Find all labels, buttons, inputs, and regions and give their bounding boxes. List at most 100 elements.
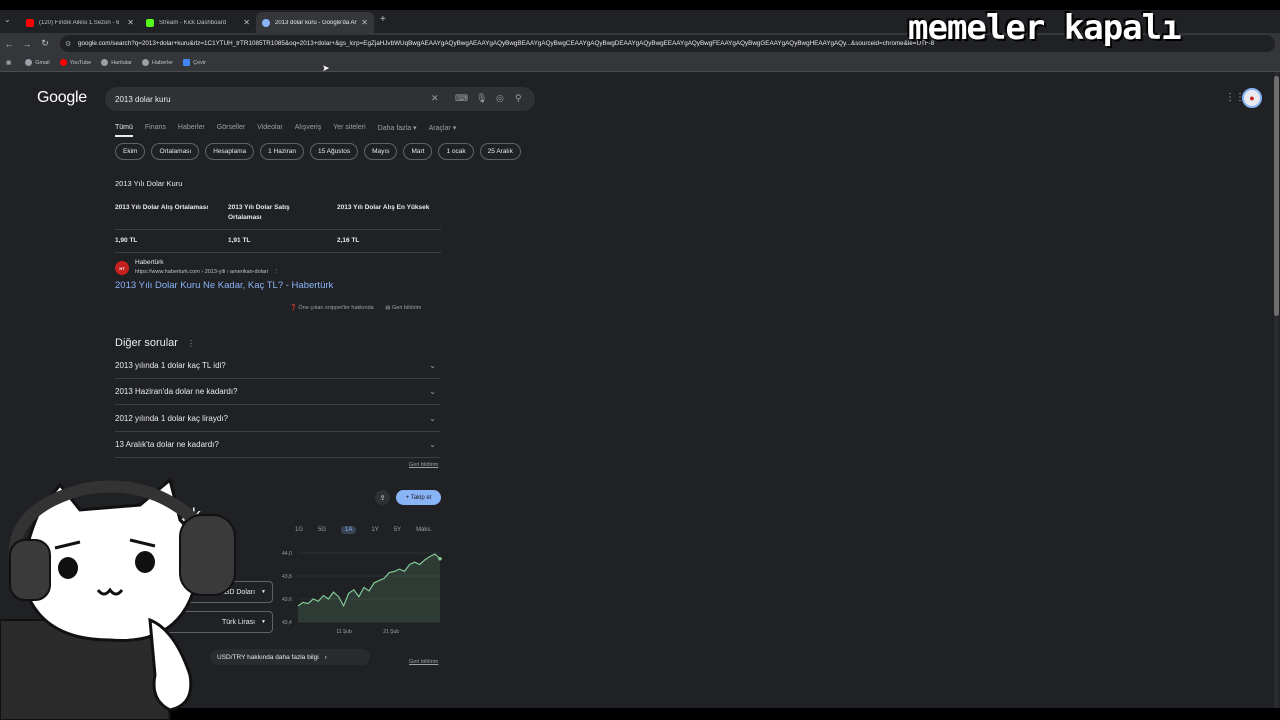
exchange-rate-chart: 43,4 43,6 43,8 44,0 11 Şub 21 Şub: [282, 551, 442, 635]
stream-overlay-text: memeler kapalı: [908, 8, 1182, 48]
range-1d[interactable]: 1G: [295, 527, 303, 534]
forward-icon[interactable]: →: [18, 39, 36, 49]
y-tick-label: 44,0: [282, 551, 292, 557]
table-cell: 2,16 TL: [337, 237, 360, 244]
bookmark-gmail[interactable]: Gmail: [25, 59, 50, 66]
source-name[interactable]: Habertürk: [135, 259, 164, 266]
search-icon[interactable]: ⚲: [515, 93, 522, 104]
tab-images[interactable]: Görseller: [217, 124, 245, 137]
dropdown-arrow-icon: ▼: [261, 619, 266, 625]
browser-tab-3-active[interactable]: 2013 dolar kuru - Google'da Ar ✕: [256, 12, 374, 33]
chip[interactable]: Mart: [403, 143, 433, 160]
help-icon: ❓: [290, 305, 297, 311]
range-5y[interactable]: 5Y: [394, 527, 401, 534]
apps-icon[interactable]: ▦: [6, 60, 11, 66]
about-snippets-link[interactable]: Öne çıkan snippet'ler hakkında: [298, 305, 373, 311]
tab-tools[interactable]: Araçlar ▾: [429, 124, 457, 137]
avatar[interactable]: ●: [1242, 88, 1262, 108]
chip[interactable]: 1 Haziran: [260, 143, 304, 160]
range-5d[interactable]: 5G: [318, 527, 326, 534]
browser-tab-2[interactable]: Stream - Kick Dashboard ✕: [140, 12, 256, 33]
headphone-right-shape: [179, 514, 236, 596]
feedback-link[interactable]: Geri bildirim: [392, 305, 421, 311]
bookmarks-bar: ▦ Gmail YouTube Haritalar Haberler Çevir: [0, 54, 1280, 72]
chip[interactable]: Ortalaması: [151, 143, 200, 160]
table-divider: [115, 229, 441, 230]
search-box[interactable]: 2013 dolar kuru ✕ ⌨ 🎙 ◎ ⚲: [105, 87, 535, 111]
y-tick-label: 43,8: [282, 574, 292, 580]
x-tick-label: 21 Şub: [383, 629, 399, 635]
chip[interactable]: 1 ocak: [438, 143, 474, 160]
new-tab-icon[interactable]: +: [380, 14, 386, 25]
follow-button[interactable]: + Takip et: [396, 490, 441, 505]
paa-question[interactable]: 13 Aralık'ta dolar ne kadardı? ⌄: [115, 432, 440, 458]
tab-more[interactable]: Daha fazla ▾: [378, 124, 417, 137]
table-header: 2013 Yılı Dolar Alış En Yüksek: [337, 204, 430, 211]
cat-eye-shape: [58, 557, 78, 579]
range-max[interactable]: Maks.: [416, 527, 432, 534]
chart-last-point[interactable]: [438, 556, 442, 561]
finance-feedback-link[interactable]: Geri bildirim: [409, 659, 438, 665]
source-url[interactable]: https://www.haberturk.com › 2013-yili › …: [135, 269, 279, 275]
bookmark-youtube[interactable]: YouTube: [59, 59, 91, 66]
scrollbar-thumb[interactable]: [1274, 76, 1279, 316]
search-query: 2013 dolar kuru: [115, 94, 171, 104]
haberturk-favicon-icon: HT: [115, 261, 129, 275]
lens-icon[interactable]: ◎: [496, 93, 504, 104]
tab-title: (120) Fındık Ailesi 1.Sezon - 6: [39, 19, 120, 26]
youtube-favicon-icon: [26, 18, 34, 27]
paa-question[interactable]: 2013 yılında 1 dolar kaç TL idi? ⌄: [115, 353, 440, 379]
share-icon[interactable]: ⇪: [375, 490, 390, 505]
back-icon[interactable]: ←: [0, 39, 18, 49]
close-tab-icon[interactable]: ✕: [243, 18, 250, 27]
google-logo[interactable]: Google: [37, 89, 87, 107]
chevron-down-icon: ⌄: [429, 414, 436, 423]
paa-feedback-link[interactable]: Geri bildirim: [409, 462, 438, 468]
browser-tab-1[interactable]: (120) Fındık Ailesi 1.Sezon - 6 ✕: [20, 12, 140, 33]
more-options-icon[interactable]: ⋮: [274, 269, 280, 275]
tab-shopping[interactable]: Alışveriş: [295, 124, 321, 137]
gmail-icon: [25, 59, 33, 66]
keyboard-icon[interactable]: ⌨: [455, 93, 468, 104]
chip[interactable]: Ekim: [115, 143, 146, 160]
tab-videos[interactable]: Videolar: [257, 124, 283, 137]
chip[interactable]: 15 Ağustos: [309, 143, 359, 160]
chevron-down-icon: ⌄: [429, 387, 436, 396]
chip[interactable]: Hesaplama: [205, 143, 255, 160]
table-cell: 1,91 TL: [228, 237, 251, 244]
tab-all[interactable]: Tümü: [115, 124, 133, 137]
featured-snippet: 2013 Yılı Dolar Kuru 2013 Yılı Dolar Alı…: [115, 179, 445, 253]
more-options-icon[interactable]: ⋮: [187, 339, 195, 348]
bookmark-news[interactable]: Haberler: [142, 59, 173, 66]
close-tab-icon[interactable]: ✕: [361, 18, 368, 27]
tab-news[interactable]: Haberler: [178, 124, 205, 137]
paa-question[interactable]: 2013 Haziran'da dolar ne kadardı? ⌄: [115, 379, 440, 405]
chevron-down-icon: ⌄: [429, 440, 436, 449]
clear-icon[interactable]: ✕: [431, 93, 439, 104]
chevron-right-icon: ›: [324, 653, 327, 661]
youtube-icon: [59, 59, 67, 66]
chip[interactable]: Mayıs: [364, 143, 398, 160]
chip[interactable]: 25 Aralık: [479, 143, 521, 160]
paa-title: Diğer sorular ⋮: [115, 337, 196, 349]
refinement-chips: Ekim Ortalaması Hesaplama 1 Haziran 15 A…: [115, 143, 527, 160]
paa-question[interactable]: 2012 yılında 1 dolar kaç liraydı? ⌄: [115, 406, 440, 432]
headphone-left-shape: [9, 539, 51, 601]
range-selector: 1G 5G 1A 1Y 5Y Maks.: [295, 526, 447, 534]
bookmark-translate[interactable]: Çevir: [183, 59, 206, 66]
result-link[interactable]: 2013 Yılı Dolar Kuru Ne Kadar, Kaç TL? -…: [115, 280, 333, 291]
tab-search-icon[interactable]: ⌄: [4, 15, 11, 24]
reload-icon[interactable]: ↻: [36, 38, 54, 49]
table-divider: [115, 252, 441, 253]
mic-icon[interactable]: 🎙: [476, 93, 487, 104]
tab-finance[interactable]: Finans: [145, 124, 166, 137]
site-info-icon[interactable]: ⚙: [65, 40, 71, 48]
bookmark-maps[interactable]: Haritalar: [101, 59, 132, 66]
feedback-icon: ▤: [385, 305, 391, 311]
range-1m[interactable]: 1A: [341, 526, 357, 534]
tab-sites[interactable]: Yer siteleri: [333, 124, 365, 137]
close-tab-icon[interactable]: ✕: [127, 18, 134, 27]
snippet-title: 2013 Yılı Dolar Kuru: [115, 179, 183, 188]
search-tabs: Tümü Finans Haberler Görseller Videolar …: [115, 124, 468, 137]
range-1y[interactable]: 1Y: [371, 527, 378, 534]
